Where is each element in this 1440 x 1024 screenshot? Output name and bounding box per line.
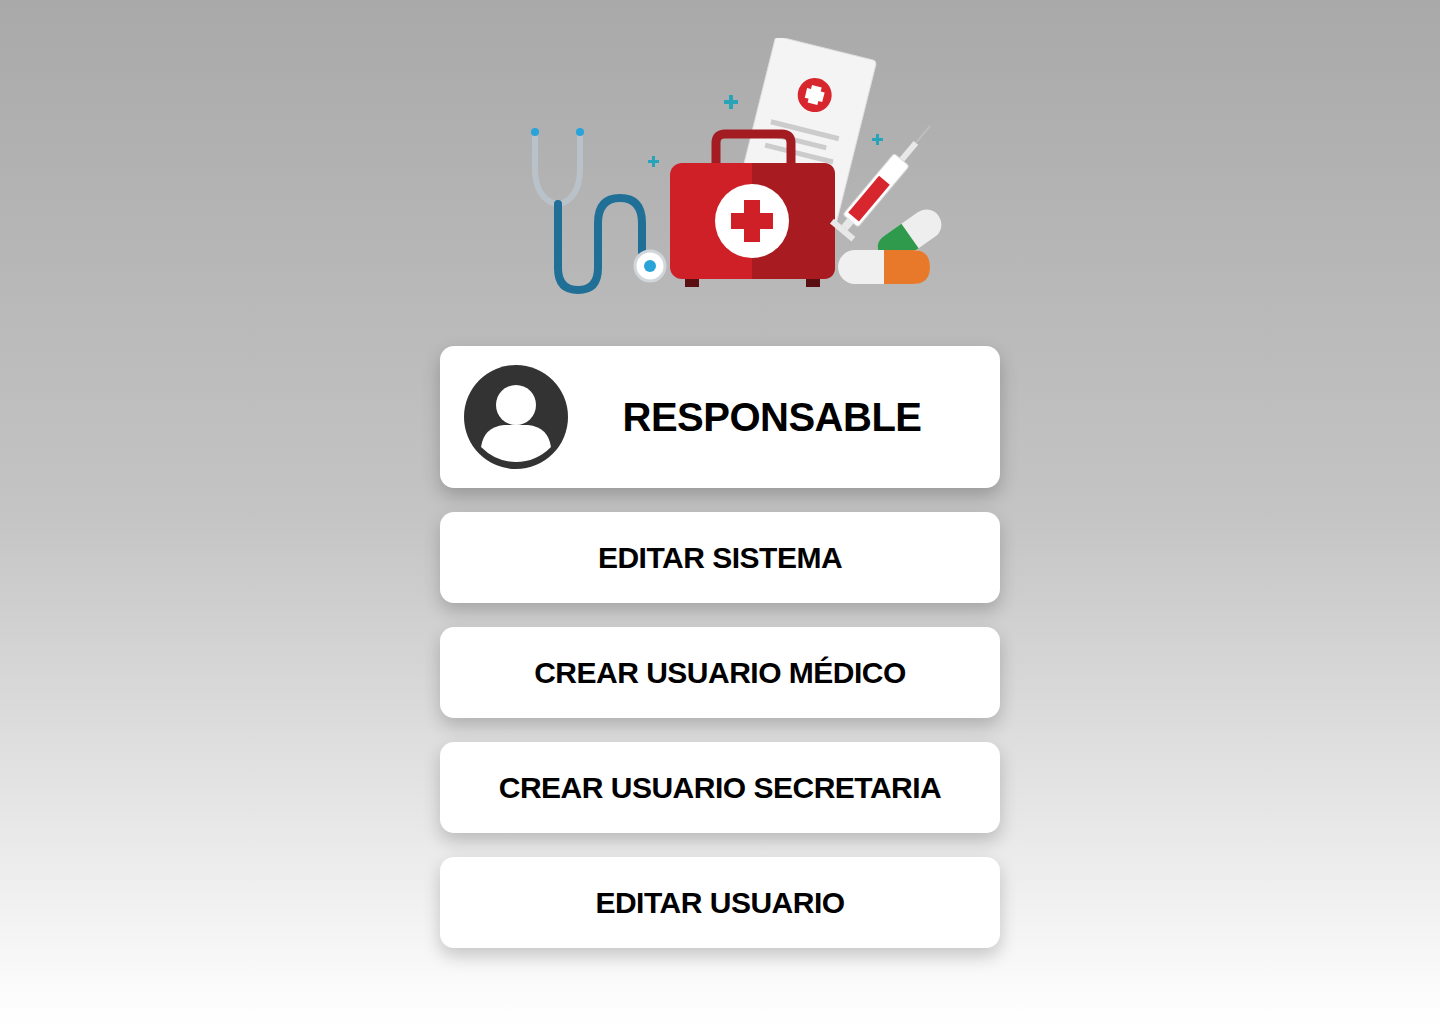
stethoscope-icon bbox=[531, 128, 665, 290]
app-screen: RESPONSABLE EDITAR SISTEMA CREAR USUARIO M… bbox=[0, 0, 1440, 1024]
menu-button[interactable]: EDITAR SISTEMA bbox=[440, 512, 1000, 603]
pills-icon bbox=[838, 204, 947, 284]
menu-button[interactable]: CREAR USUARIO SECRETARIA bbox=[440, 742, 1000, 833]
menu-button[interactable]: EDITAR USUARIO bbox=[440, 857, 1000, 948]
header-illustration bbox=[490, 38, 950, 328]
menu-button[interactable]: CREAR USUARIO MÉDICO bbox=[440, 627, 1000, 718]
profile-card: RESPONSABLE bbox=[440, 346, 1000, 488]
first-aid-kit-icon bbox=[670, 134, 835, 287]
profile-title: RESPONSABLE bbox=[568, 387, 976, 447]
menu: RESPONSABLE EDITAR SISTEMA CREAR USUARIO M… bbox=[440, 346, 1000, 948]
medical-kit-icon bbox=[490, 38, 950, 328]
user-avatar-icon bbox=[464, 365, 568, 469]
